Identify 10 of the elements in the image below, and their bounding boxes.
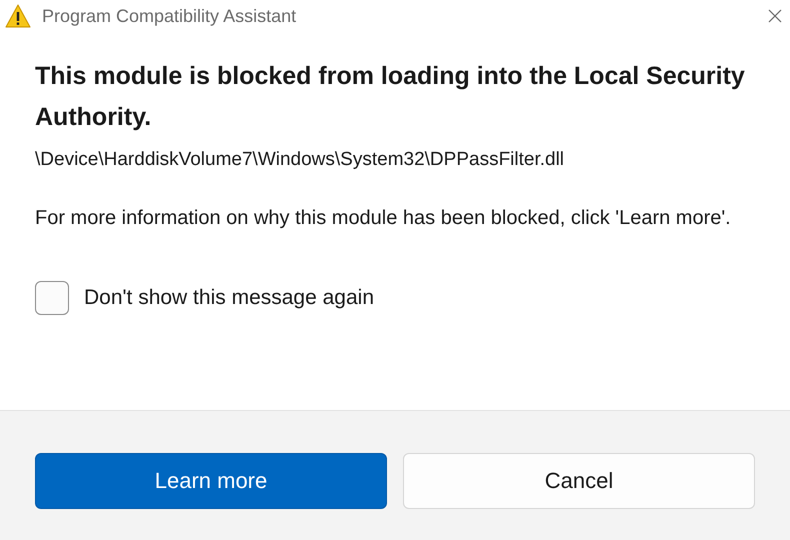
module-path: \Device\HarddiskVolume7\Windows\System32\DPPassFilter.dll	[35, 148, 566, 172]
window-title: Program Compatibility Assistant	[42, 4, 296, 28]
checkbox-label: Don't show this message again	[84, 284, 374, 311]
info-message: For more information on why this module has been blocked, click 'Learn more'.	[35, 206, 732, 230]
dialog-heading: This module is blocked from loading into the Local Security Authority.	[35, 61, 746, 133]
close-icon[interactable]	[768, 9, 782, 23]
checkbox[interactable]	[35, 280, 69, 314]
learn-more-button[interactable]: Learn more	[35, 452, 387, 508]
cancel-button[interactable]: Cancel	[403, 452, 755, 508]
warning-icon	[5, 4, 31, 28]
